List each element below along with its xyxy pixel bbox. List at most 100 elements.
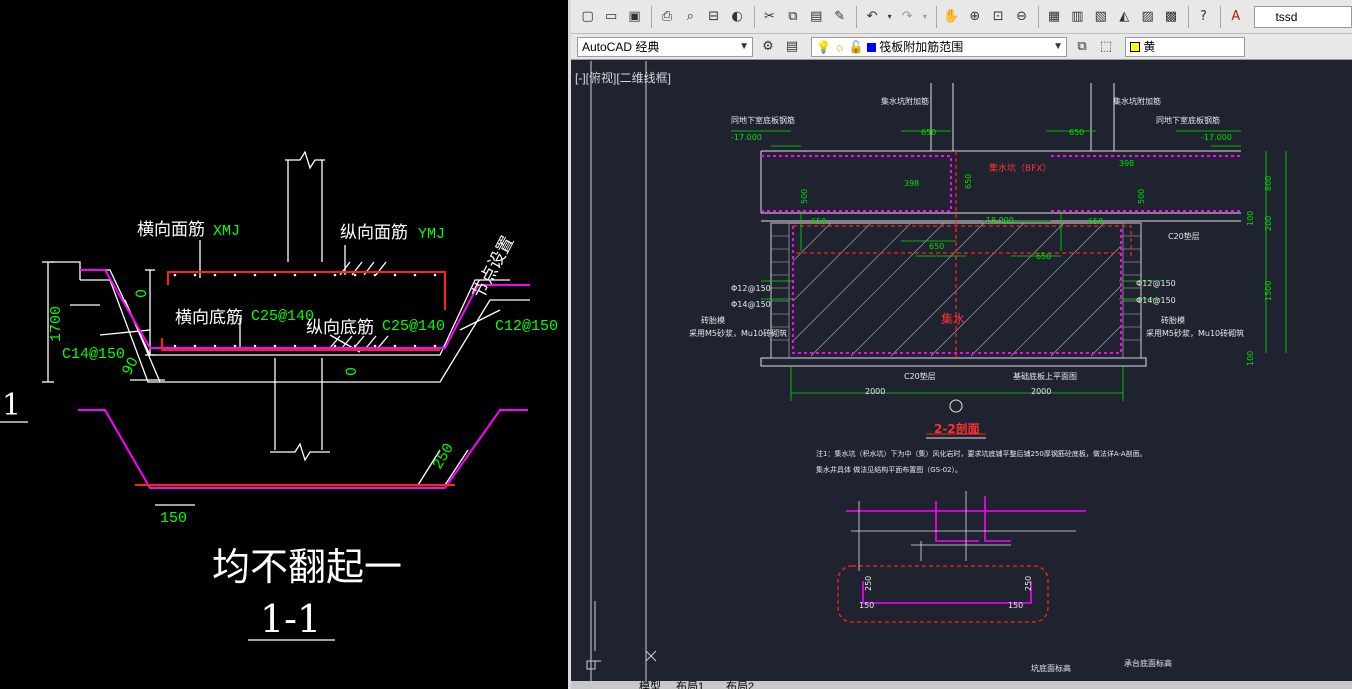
save-icon[interactable]: ▣ bbox=[624, 6, 645, 28]
small-150-a: 150 bbox=[859, 601, 874, 610]
match-properties-icon[interactable]: ✎ bbox=[829, 6, 850, 28]
bottom-note-a: 坑底面标高 bbox=[1031, 663, 1071, 673]
sheet-set-icon[interactable]: ◭ bbox=[1114, 6, 1135, 28]
make-current-layer-icon[interactable]: ⧉ bbox=[1071, 36, 1093, 58]
tab-layout2[interactable]: 布局2 bbox=[726, 681, 754, 689]
new-icon[interactable]: ▢ bbox=[577, 6, 598, 28]
redo-dropdown-icon[interactable]: ▾ bbox=[920, 6, 930, 28]
undo-icon[interactable]: ↶ bbox=[861, 6, 882, 28]
standard-toolbar: ▢ ▭ ▣ ⎙ ⌕ ⊟ ◐ ✂ ⧉ ▤ ✎ ↶ ▾ ↷ ▾ ✋ ⊕ ⊡ ⊖ ▦ … bbox=[571, 0, 1352, 34]
layer-value: 筏板附加筋范围 bbox=[879, 39, 964, 54]
left-mark: 1 bbox=[2, 388, 21, 423]
undo-dropdown-icon[interactable]: ▾ bbox=[885, 6, 895, 28]
wall-note-left: 砖胎模 bbox=[701, 315, 725, 325]
chevron-down-icon: ▼ bbox=[1053, 40, 1063, 52]
text-style-icon[interactable]: A bbox=[1225, 6, 1246, 28]
bulb-icon: 💡 bbox=[816, 39, 831, 54]
cad-drawing-svg: 集水坑附加筋 集水坑附加筋 同地下室底板钢筋 同地下室底板钢筋 -17.000 … bbox=[586, 61, 1287, 681]
drawing-canvas[interactable]: 集水坑附加筋 集水坑附加筋 同地下室底板钢筋 同地下室底板钢筋 -17.000 … bbox=[571, 61, 1352, 681]
small-250-a: 250 bbox=[864, 576, 873, 591]
dim-800: 800 bbox=[1264, 176, 1273, 191]
section-title: 1-1 bbox=[260, 597, 321, 641]
sun-icon: ☼ bbox=[834, 39, 846, 54]
workspace-layer-toolbar: AutoCAD 经典 ▼ ⚙ ▤ 💡 ☼ 🔓 筏板附加筋范围 ▼ ⧉ ⬚ 黄 bbox=[571, 34, 1352, 60]
tab-layout1[interactable]: 布局1 bbox=[676, 681, 704, 689]
left-drawing-panel: 横向面筋 XMJ 纵向面筋 YMJ 节点设置 横向底筋 C25@140 纵向底筋… bbox=[0, 0, 568, 689]
label-jiedian: 节点设置 bbox=[469, 233, 519, 302]
calculator-icon[interactable]: ▩ bbox=[1160, 6, 1181, 28]
bar-c12-right: Φ12@150 bbox=[1136, 279, 1176, 288]
dim-650-c: 650 bbox=[811, 217, 826, 226]
paste-icon[interactable]: ▤ bbox=[806, 6, 827, 28]
markup-icon[interactable]: ▨ bbox=[1137, 6, 1158, 28]
red-label: 集水 bbox=[941, 311, 965, 326]
properties-icon[interactable]: ▦ bbox=[1043, 6, 1064, 28]
help-icon[interactable]: ? bbox=[1193, 6, 1214, 28]
workspace-select[interactable]: AutoCAD 经典 ▼ bbox=[577, 36, 753, 57]
code-ymj: YMJ bbox=[418, 226, 445, 243]
zoom-window-icon[interactable]: ⊡ bbox=[988, 6, 1009, 28]
design-center-icon[interactable]: ▥ bbox=[1067, 6, 1088, 28]
print-icon[interactable]: ⎙ bbox=[656, 6, 677, 28]
bottom-note-b: 承台底面标高 bbox=[1124, 658, 1172, 668]
plot-preview-icon[interactable]: ⌕ bbox=[680, 6, 701, 28]
dim-2000-b: 2000 bbox=[1031, 387, 1051, 396]
dim-650-e: 650 bbox=[929, 242, 944, 251]
dim-200: 200 bbox=[1264, 216, 1273, 231]
autocad-window: ▢ ▭ ▣ ⎙ ⌕ ⊟ ◐ ✂ ⧉ ▤ ✎ ↶ ▾ ↷ ▾ ✋ ⊕ ⊡ ⊖ ▦ … bbox=[571, 0, 1352, 689]
code-xmj: XMJ bbox=[213, 223, 240, 240]
open-icon[interactable]: ▭ bbox=[600, 6, 621, 28]
dim-100-b: 100 bbox=[1246, 351, 1255, 366]
redo-icon[interactable]: ↷ bbox=[897, 6, 918, 28]
screen: 横向面筋 XMJ 纵向面筋 YMJ 节点设置 横向底筋 C25@140 纵向底筋… bbox=[0, 0, 1352, 689]
pan-icon[interactable]: ✋ bbox=[941, 6, 962, 28]
anno-top-left: 集水坑附加筋 bbox=[881, 96, 929, 106]
workspace-settings-icon[interactable]: ⚙ bbox=[757, 36, 779, 58]
separator bbox=[935, 5, 937, 28]
zoom-realtime-icon[interactable]: ⊕ bbox=[964, 6, 985, 28]
text-style-field[interactable]: tssd bbox=[1254, 5, 1352, 28]
zoom-previous-icon[interactable]: ⊖ bbox=[1011, 6, 1032, 28]
color-swatch bbox=[1130, 42, 1140, 53]
separator bbox=[1038, 5, 1040, 28]
elev-right: -17.000 bbox=[1201, 133, 1232, 142]
dim-650-g: 650 bbox=[964, 174, 973, 189]
anno-left-note2: 同地下室底板钢筋 bbox=[731, 115, 795, 125]
viewport-label[interactable]: [-][俯视][二维线框] bbox=[575, 69, 671, 86]
tool-palettes-icon[interactable]: ▧ bbox=[1090, 6, 1111, 28]
note-line1: 注1：集水坑（积水坑）下为中（集）风化岩时，要求坑底铺平整后铺250厚钢筋砼底板… bbox=[816, 449, 1147, 458]
layer-select[interactable]: 💡 ☼ 🔓 筏板附加筋范围 ▼ bbox=[811, 36, 1067, 57]
color-select[interactable]: 黄 bbox=[1125, 36, 1245, 57]
publish-icon[interactable]: ⊟ bbox=[703, 6, 724, 28]
dim-2000-a: 2000 bbox=[865, 387, 885, 396]
3d-dwf-icon[interactable]: ◐ bbox=[726, 6, 747, 28]
wall-note-right: 砖胎模 bbox=[1161, 315, 1185, 325]
separator bbox=[753, 5, 755, 28]
layer-previous-icon[interactable]: ⬚ bbox=[1095, 36, 1117, 58]
layout-tab-bar: 模型 布局1 布局2 bbox=[571, 681, 1352, 689]
layer-manager-icon[interactable]: ▤ bbox=[781, 36, 803, 58]
dim-0-a: 0 bbox=[134, 289, 150, 298]
dim-650-d: 650 bbox=[1088, 217, 1103, 226]
dim-650-a: 650 bbox=[921, 128, 936, 137]
dim-100-a: 100 bbox=[1246, 211, 1255, 226]
separator bbox=[651, 5, 653, 28]
code-c12: C12@150 bbox=[495, 318, 558, 335]
wall-note-right2: 采用M5砂浆，Mu10砖砌筑 bbox=[1146, 328, 1244, 338]
separator bbox=[1187, 5, 1189, 28]
label-zong-di: 纵向底筋 bbox=[306, 318, 374, 338]
cut-icon[interactable]: ✂ bbox=[759, 6, 780, 28]
dim-500-a: 500 bbox=[800, 189, 809, 204]
tab-model[interactable]: 模型 bbox=[639, 681, 661, 689]
label-zong-mian: 纵向面筋 bbox=[340, 223, 408, 243]
bar-c14-right: Φ14@150 bbox=[1136, 296, 1176, 305]
c20-bottom: C20垫层 bbox=[904, 371, 936, 381]
copy-icon[interactable]: ⧉ bbox=[782, 6, 803, 28]
dim-1500: 1500 bbox=[1264, 281, 1273, 301]
dim-150: 150 bbox=[160, 510, 187, 527]
chevron-down-icon: ▼ bbox=[739, 40, 749, 52]
dim-650-f: 650 bbox=[1036, 252, 1051, 261]
code-heng-di: C25@140 bbox=[251, 308, 314, 325]
dim-0-b: 0 bbox=[344, 367, 360, 376]
dim-398-a: 398 bbox=[904, 179, 919, 188]
